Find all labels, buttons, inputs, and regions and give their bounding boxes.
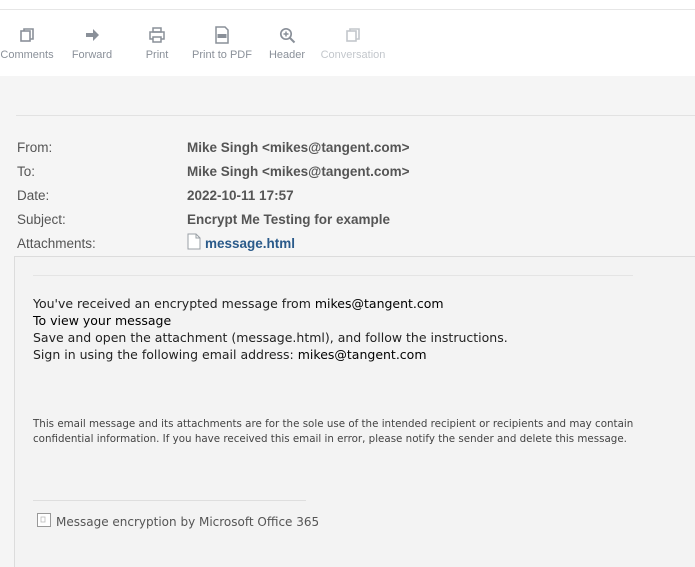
forward-button[interactable]: Forward: [66, 10, 118, 70]
date-value: 2022-10-11 17:57: [187, 187, 294, 203]
subject-label: Subject:: [17, 211, 66, 227]
to-label: To:: [17, 163, 36, 179]
body-line-4-text: Sign in using the following email addres…: [33, 347, 298, 362]
print-label: Print: [145, 49, 169, 61]
from-row: From: Mike Singh <mikes@tangent.com>: [17, 137, 409, 157]
top-strip: [0, 0, 695, 9]
date-row: Date: 2022-10-11 17:57: [17, 185, 294, 205]
from-value: Mike Singh <mikes@tangent.com>: [187, 139, 410, 155]
body-line-4: Sign in using the following email addres…: [33, 347, 427, 362]
printer-icon: [148, 24, 166, 46]
message-top-divider: [33, 275, 633, 276]
conversation-icon: [345, 24, 361, 46]
header-label: Header: [268, 49, 306, 61]
toolbar: Comments Forward Print Print to PDF Head…: [0, 9, 695, 76]
forward-label: Forward: [71, 49, 113, 61]
header-button[interactable]: Header: [264, 10, 310, 70]
attachments-row: Attachments: message.html: [17, 233, 295, 253]
footer: Message encryption by Microsoft Office 3…: [37, 513, 319, 530]
body-line-1: You've received an encrypted message fro…: [33, 296, 444, 311]
comments-label: Comments: [0, 49, 54, 61]
subject-value: Encrypt Me Testing for example: [187, 211, 391, 227]
header-divider: [16, 115, 695, 116]
comments-icon: [19, 24, 35, 46]
conversation-label: Conversation: [320, 49, 386, 61]
print-button[interactable]: Print: [136, 10, 178, 70]
file-icon: [187, 233, 201, 253]
to-row: To: Mike Singh <mikes@tangent.com>: [17, 161, 409, 181]
attachments-label: Attachments:: [17, 235, 96, 251]
forward-arrow-icon: [84, 24, 100, 46]
sender-email: mikes@tangent.com: [314, 296, 444, 311]
attachment-link[interactable]: message.html: [187, 233, 295, 253]
body-line-1-text: You've received an encrypted message fro…: [33, 296, 315, 311]
body-line-3: Save and open the attachment (message.ht…: [33, 330, 508, 345]
subject-row: Subject: Encrypt Me Testing for example: [17, 209, 390, 229]
conversation-button[interactable]: Conversation: [320, 10, 386, 70]
print-to-pdf-button[interactable]: Print to PDF: [191, 10, 253, 70]
signin-email: mikes@tangent.com: [297, 347, 427, 362]
footer-text: Message encryption by Microsoft Office 3…: [56, 514, 320, 529]
attachment-name: message.html: [205, 235, 296, 251]
to-value: Mike Singh <mikes@tangent.com>: [187, 163, 410, 179]
message-body: You've received an encrypted message fro…: [14, 256, 695, 567]
print-to-pdf-label: Print to PDF: [192, 49, 252, 61]
from-label: From:: [17, 139, 53, 155]
encryption-logo-icon: [37, 513, 51, 530]
date-label: Date:: [17, 187, 50, 203]
disclaimer-text: This email message and its attachments a…: [33, 418, 634, 445]
zoom-in-icon: [279, 24, 296, 46]
footer-divider: [33, 500, 306, 501]
pdf-icon: [214, 24, 230, 46]
body-line-2: To view your message: [33, 313, 172, 328]
comments-button[interactable]: Comments: [0, 10, 54, 70]
